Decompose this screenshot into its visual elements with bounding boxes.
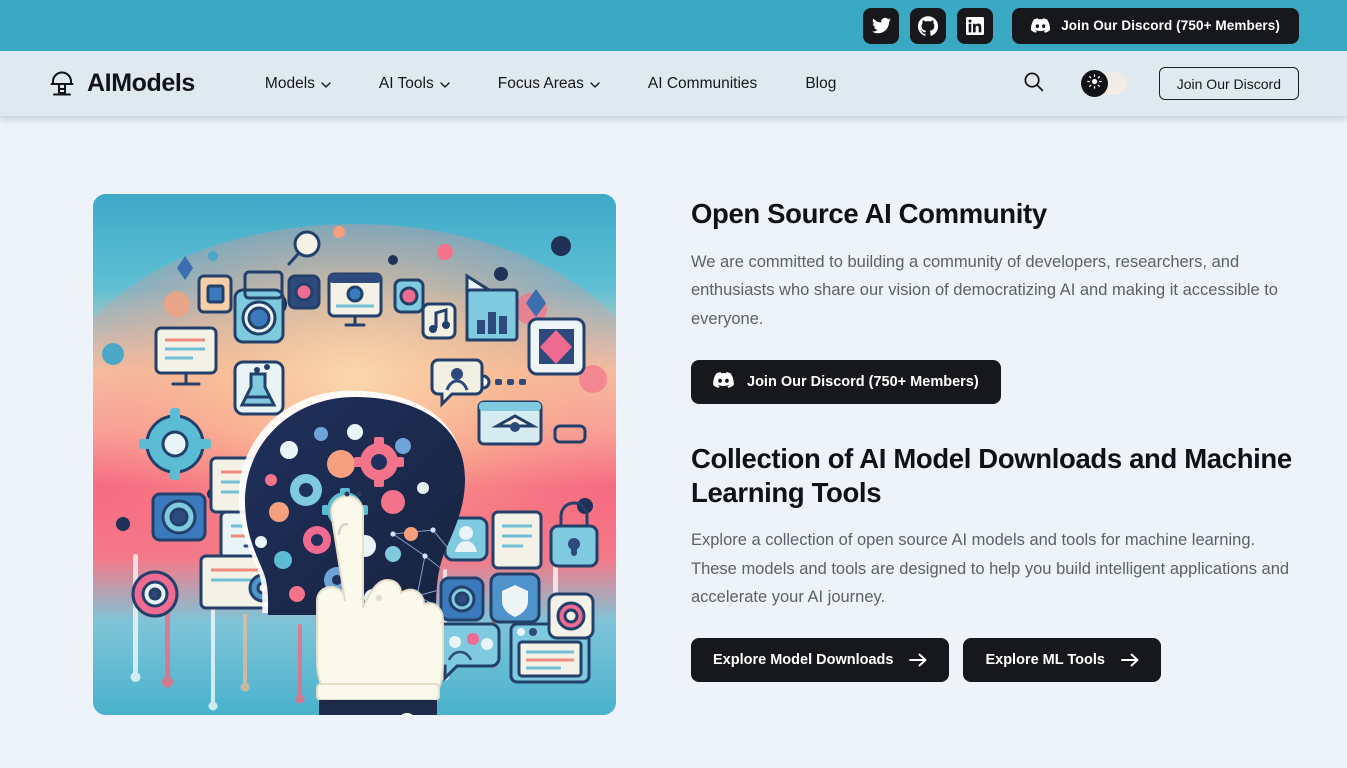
github-icon (918, 15, 939, 36)
section-title-community: Open Source AI Community (691, 198, 1047, 229)
hero-copy: Open Source AI Community We are committe… (691, 194, 1299, 682)
section-title-collection: Collection of AI Model Downloads and Mac… (691, 443, 1292, 508)
linkedin-link[interactable] (957, 7, 994, 44)
explore-model-downloads-button[interactable]: Explore Model Downloads (691, 637, 950, 682)
search-button[interactable] (1019, 69, 1049, 99)
linkedin-icon (966, 16, 985, 35)
nav-item-ai-communities[interactable]: AI Communities (648, 67, 757, 101)
hero-section: Open Source AI Community We are committe… (0, 116, 1347, 715)
section-body-community: We are committed to building a community… (691, 252, 1278, 328)
twitter-icon (871, 16, 891, 35)
topbar-discord-label: Join Our Discord (750+ Members) (1061, 18, 1280, 33)
hero-discord-button[interactable]: Join Our Discord (750+ Members) (691, 360, 1001, 405)
nav-links: Models AI Tools Focus Areas AI Communiti… (265, 67, 1019, 101)
chevron-down-icon (440, 81, 450, 88)
sun-icon (1086, 73, 1102, 94)
nav-label-ai-communities: AI Communities (647, 74, 758, 92)
chevron-down-icon (590, 81, 600, 88)
nav-item-ai-tools[interactable]: AI Tools (379, 67, 450, 101)
nav-actions: Join Our Discord (1019, 67, 1299, 100)
robot-logo-icon (48, 69, 76, 99)
nav-label-ai-tools: AI Tools (378, 74, 434, 92)
nav-label-blog: Blog (805, 74, 837, 92)
twitter-link[interactable] (863, 7, 900, 44)
search-icon (1023, 71, 1044, 97)
nav-item-models[interactable]: Models (265, 67, 331, 101)
nav-item-focus-areas[interactable]: Focus Areas (498, 67, 600, 101)
top-bar: Join Our Discord (750+ Members) (0, 0, 1347, 51)
topbar-discord-button[interactable]: Join Our Discord (750+ Members) (1012, 7, 1299, 44)
hero-discord-label: Join Our Discord (750+ Members) (747, 374, 979, 391)
explore-ml-tools-label: Explore ML Tools (985, 651, 1105, 668)
explore-model-downloads-label: Explore Model Downloads (713, 651, 894, 668)
brand-name: AIModels (87, 69, 195, 97)
ai-brain-illustration (93, 194, 616, 715)
discord-icon (1031, 18, 1051, 33)
arrow-right-icon (1121, 653, 1139, 667)
theme-toggle-knob (1080, 70, 1108, 97)
nav-label-models: Models (264, 74, 315, 92)
theme-toggle[interactable] (1080, 70, 1127, 97)
section-body-collection: Explore a collection of open source AI m… (691, 531, 1290, 607)
chevron-down-icon (321, 81, 331, 88)
explore-ml-tools-button[interactable]: Explore ML Tools (963, 637, 1161, 682)
main-navigation: AIModels Models AI Tools Focus Areas AI … (0, 51, 1347, 116)
nav-item-blog[interactable]: Blog (805, 67, 836, 101)
nav-discord-button[interactable]: Join Our Discord (1158, 67, 1299, 100)
hero-cta-row: Explore Model Downloads Explore ML Tools (691, 637, 1299, 682)
nav-label-focus-areas: Focus Areas (497, 74, 584, 92)
discord-icon (713, 372, 734, 392)
github-link[interactable] (910, 7, 947, 44)
brand-logo[interactable]: AIModels (48, 69, 195, 99)
arrow-right-icon (909, 653, 927, 667)
